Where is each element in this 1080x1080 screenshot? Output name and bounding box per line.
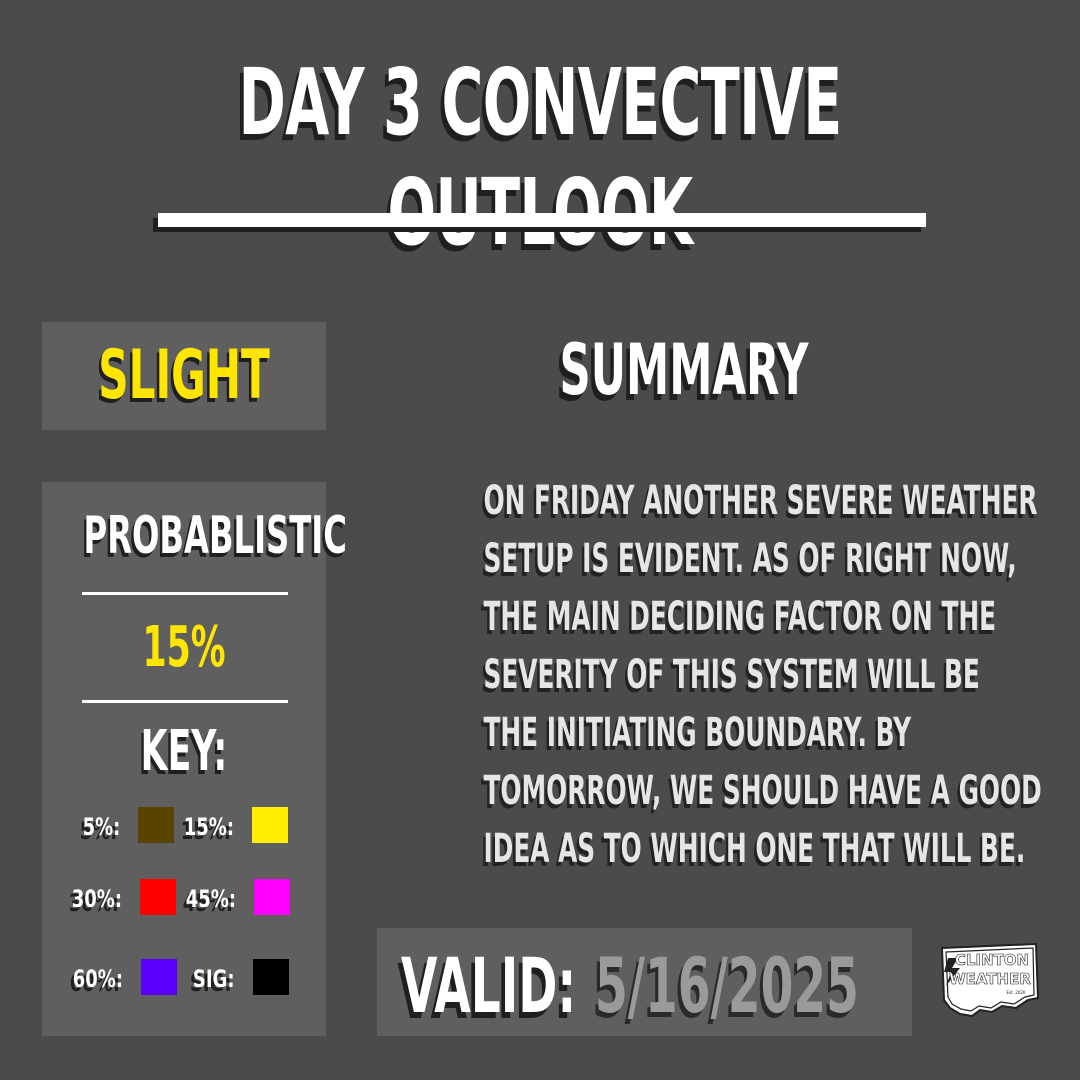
panel-divider	[82, 592, 288, 595]
page-title: DAY 3 CONVECTIVE OUTLOOK	[238, 49, 842, 266]
key-title: KEY:	[140, 719, 228, 784]
logo-est-text: Est. 2020	[1007, 990, 1026, 995]
key-swatch	[254, 879, 290, 915]
key-label: 45%:	[185, 885, 236, 913]
summary-line: TOMORROW, WE SHOULD HAVE A GOOD	[483, 768, 1042, 814]
logo-text-line1: CLINTON	[955, 951, 1029, 969]
title-divider	[158, 213, 926, 227]
summary-line: ON FRIDAY ANOTHER SEVERE WEATHER	[483, 478, 1038, 524]
key-label: 5%:	[82, 813, 120, 841]
summary-title: SUMMARY	[559, 329, 809, 411]
key-swatch	[253, 959, 289, 995]
probabilistic-title: PROBABLISTIC	[83, 506, 347, 566]
key-item-15: 15%:	[180, 807, 288, 847]
probability-value: 15%	[142, 615, 226, 680]
key-label: SIG:	[193, 965, 235, 993]
key-item-45: 45%:	[180, 879, 290, 919]
summary-line: SETUP IS EVIDENT. AS OF RIGHT NOW,	[483, 536, 1017, 582]
key-item-30: 30%:	[72, 879, 176, 919]
summary-line: SEVERITY OF THIS SYSTEM WILL BE	[483, 652, 980, 698]
probabilistic-panel: PROBABLISTIC 15% KEY: 5%: 15%: 30%: 45%:…	[42, 482, 347, 1036]
valid-date-panel: VALID: 5/16/2025	[377, 928, 912, 1036]
key-swatch	[138, 807, 174, 843]
summary-line: IDEA AS TO WHICH ONE THAT WILL BE.	[483, 826, 1026, 872]
risk-level-panel: SLIGHT	[42, 322, 326, 430]
key-label: 30%:	[71, 885, 122, 913]
summary-line: THE MAIN DECIDING FACTOR ON THE	[483, 594, 997, 640]
key-label: 15%:	[183, 813, 234, 841]
key-swatch	[252, 807, 288, 843]
summary-line: THE INITIATING BOUNDARY. BY	[483, 710, 912, 756]
summary-body: ON FRIDAY ANOTHER SEVERE WEATHER SETUP I…	[360, 472, 1042, 878]
key-swatch	[141, 959, 177, 995]
key-swatch	[140, 879, 176, 915]
valid-date: 5/16/2025	[595, 941, 859, 1030]
key-item-sig: SIG:	[180, 959, 289, 999]
panel-divider	[82, 700, 288, 703]
risk-level-label: SLIGHT	[98, 336, 270, 415]
logo-text-line2: WEATHER	[949, 970, 1031, 988]
key-item-5: 5%:	[82, 807, 174, 847]
valid-label: VALID:	[401, 941, 577, 1030]
key-label: 60%:	[72, 965, 123, 993]
clinton-weather-logo: CLINTON WEATHER Est. 2020	[940, 942, 1040, 1018]
key-item-60: 60%:	[73, 959, 177, 999]
